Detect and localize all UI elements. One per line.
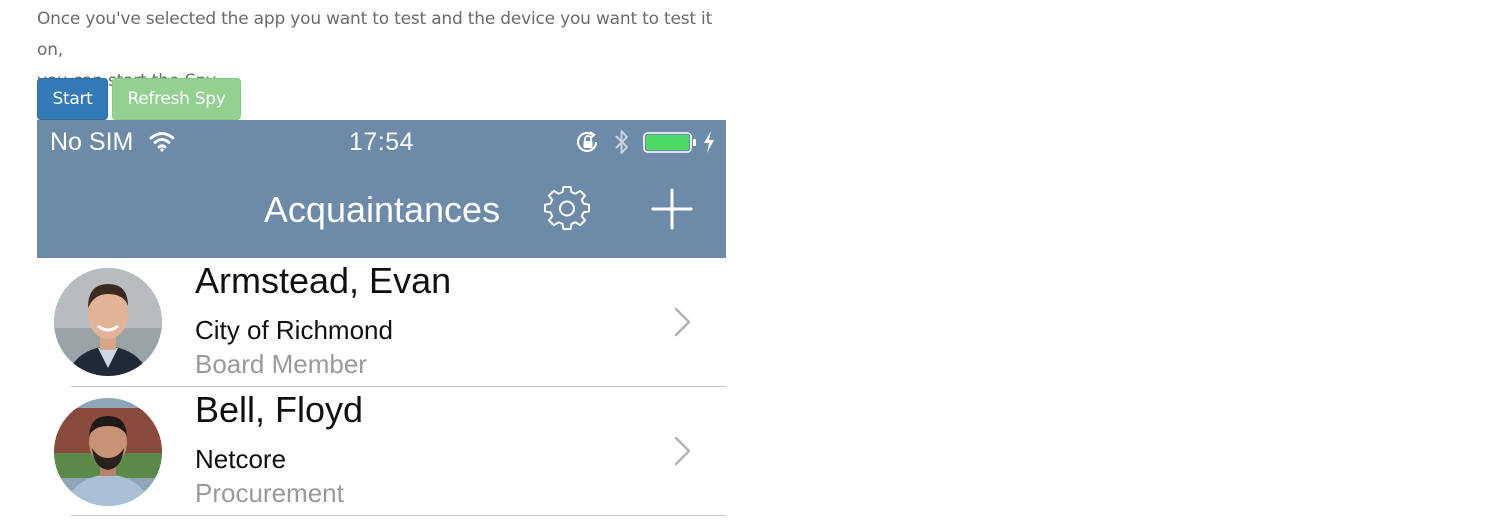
nav-title: Acquaintances	[263, 189, 501, 230]
plus-icon[interactable]	[651, 188, 693, 230]
contact-row[interactable]: Armstead, Evan City of Richmond Board Me…	[37, 258, 726, 387]
contact-job-title: Procurement	[195, 478, 344, 508]
contact-job-title: Board Member	[195, 349, 367, 379]
row-separator	[71, 515, 726, 516]
avatar	[54, 398, 162, 506]
contact-company: City of Richmond	[195, 315, 393, 345]
contact-company: Netcore	[195, 444, 287, 474]
chevron-right-icon	[674, 307, 691, 337]
intro-line-1: Once you've selected the app you want to…	[37, 9, 713, 60]
gear-icon[interactable]	[544, 186, 590, 232]
contact-row[interactable]: Bell, Floyd Netcore Procurement	[37, 387, 726, 516]
lock-rotation-icon	[576, 131, 598, 153]
charging-icon	[704, 131, 714, 153]
chevron-right-icon	[674, 436, 691, 466]
start-button[interactable]: Start	[37, 78, 108, 120]
refresh-spy-button[interactable]: Refresh Spy	[112, 78, 241, 120]
contact-name: Armstead, Evan	[195, 260, 452, 301]
battery-icon	[643, 132, 696, 153]
contact-name: Bell, Floyd	[195, 389, 364, 430]
navigation-bar: No SIM 17:54 Acquaintances	[37, 120, 726, 258]
avatar	[54, 268, 162, 376]
device-screen: No SIM 17:54 Acquaintances Armstead, Eva…	[37, 120, 726, 523]
bluetooth-icon	[615, 130, 628, 154]
